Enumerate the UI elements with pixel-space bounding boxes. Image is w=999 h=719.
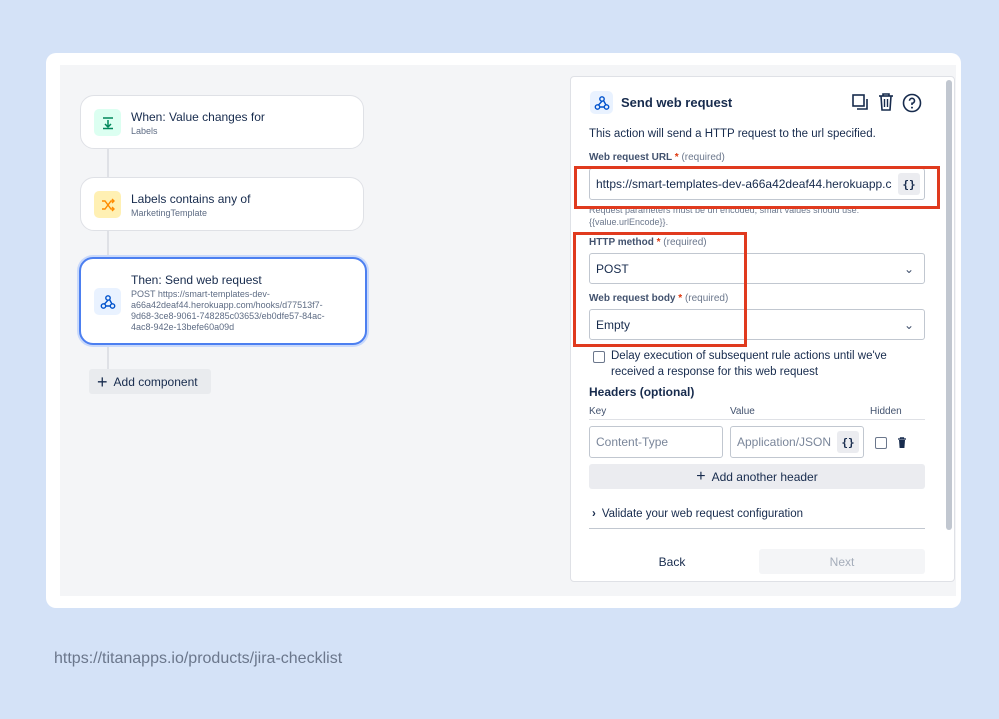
url-highlight-box xyxy=(574,166,940,209)
next-label: Next xyxy=(829,554,855,569)
action-line-2: a66a42deaf44.herokuapp.com/hooks/d77513f… xyxy=(131,300,323,310)
duplicate-icon[interactable] xyxy=(851,93,869,111)
value-change-icon xyxy=(94,109,121,136)
method-body-highlight-box xyxy=(573,232,747,347)
plus-icon: + xyxy=(97,371,108,392)
chevron-down-icon: ⌄ xyxy=(903,317,914,332)
plus-icon: + xyxy=(696,467,706,485)
header-key-placeholder: Content-Type xyxy=(596,435,669,449)
add-header-label: Add another header xyxy=(711,469,818,484)
trigger-subtitle: Labels xyxy=(131,126,158,136)
validate-label: Validate your web request configuration xyxy=(601,508,804,520)
url-help-line-2: {{value.urlEncode}}. xyxy=(589,217,669,227)
url-label-text: Web request URL xyxy=(589,152,672,163)
headers-title: Headers (optional) xyxy=(589,385,695,399)
action-line-1: POST https://smart-templates-dev- xyxy=(131,289,270,299)
webhook-icon xyxy=(94,288,121,315)
condition-shuffle-icon xyxy=(94,191,121,218)
col-value-header: Value xyxy=(730,406,755,417)
chevron-right-icon: › xyxy=(592,508,596,520)
url-label: Web request URL * (required) xyxy=(589,152,725,163)
help-icon[interactable] xyxy=(902,93,922,113)
trash-icon[interactable] xyxy=(897,436,907,448)
validate-expander[interactable]: › Validate your web request configuration xyxy=(592,508,803,520)
headers-divider xyxy=(589,419,925,420)
back-label: Back xyxy=(658,554,686,569)
delay-text: Delay execution of subsequent rule actio… xyxy=(611,348,887,380)
action-line-4: 4ac8-942e-13befe60a09d xyxy=(131,322,235,332)
condition-node[interactable]: Labels contains any of MarketingTemplate xyxy=(80,177,364,231)
connector-line xyxy=(107,149,109,177)
panel-description: This action will send a HTTP request to … xyxy=(589,128,876,140)
validate-divider xyxy=(589,528,925,529)
header-value-placeholder: Application/JSON xyxy=(737,435,832,449)
trigger-node[interactable]: When: Value changes for Labels xyxy=(80,95,364,149)
connector-line xyxy=(107,231,109,257)
delay-line-1: Delay execution of subsequent rule actio… xyxy=(611,350,887,362)
footer-url: https://titanapps.io/products/jira-check… xyxy=(54,650,343,667)
delete-icon[interactable] xyxy=(877,92,895,112)
delay-line-2: received a response for this web request xyxy=(611,366,819,378)
add-component-button[interactable]: + Add component xyxy=(89,369,211,394)
col-key-header: Key xyxy=(589,406,607,417)
action-node[interactable]: Then: Send web request POST https://smar… xyxy=(79,257,367,345)
header-key-input[interactable]: Content-Type xyxy=(589,426,723,458)
webhook-header-icon xyxy=(590,91,613,114)
add-header-button[interactable]: + Add another header xyxy=(589,464,925,489)
header-smart-value-button[interactable]: {} xyxy=(837,431,859,453)
chevron-down-icon: ⌄ xyxy=(903,261,914,276)
trigger-title: When: Value changes for xyxy=(131,110,265,124)
panel-scrollbar[interactable] xyxy=(946,80,952,530)
next-button[interactable]: Next xyxy=(759,549,925,574)
action-title: Then: Send web request xyxy=(131,273,262,287)
delay-checkbox[interactable] xyxy=(593,351,605,363)
col-hidden-header: Hidden xyxy=(870,406,902,417)
panel-title: Send web request xyxy=(621,95,733,110)
header-hidden-checkbox[interactable] xyxy=(875,437,887,449)
connector-line xyxy=(107,344,109,370)
url-required-text: (required) xyxy=(681,152,725,163)
condition-title: Labels contains any of xyxy=(131,192,251,206)
condition-subtitle: MarketingTemplate xyxy=(131,208,208,218)
add-component-label: Add component xyxy=(113,374,198,389)
back-button[interactable]: Back xyxy=(589,549,755,574)
action-line-3: 9d68-3ce8-9061-748285c03653/eb0dfe57-84a… xyxy=(131,311,325,321)
